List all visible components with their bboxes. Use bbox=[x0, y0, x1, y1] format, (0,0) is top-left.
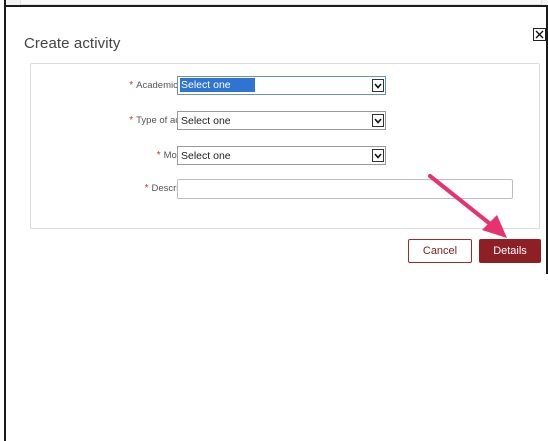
academic-year-select[interactable]: Select one bbox=[177, 76, 386, 95]
chevron-down-icon[interactable] bbox=[372, 114, 384, 127]
chevron-down-icon[interactable] bbox=[372, 149, 384, 162]
type-of-activity-select[interactable]: Select one bbox=[177, 111, 386, 130]
required-marker: * bbox=[129, 80, 134, 91]
academic-year-select-value: Select one bbox=[180, 78, 255, 92]
close-button[interactable] bbox=[533, 28, 546, 41]
modality-select-value: Select one bbox=[181, 150, 231, 162]
field-row-description: * Description bbox=[31, 179, 541, 201]
details-button[interactable]: Details bbox=[479, 239, 541, 263]
required-marker: * bbox=[144, 183, 149, 194]
modal-title: Create activity bbox=[24, 35, 121, 52]
window-frame-top bbox=[4, 5, 548, 7]
field-row-type-of-activity: * Type of activity Select one bbox=[31, 111, 541, 133]
description-field[interactable] bbox=[177, 179, 513, 199]
cancel-button[interactable]: Cancel bbox=[408, 239, 472, 263]
modality-select[interactable]: Select one bbox=[177, 146, 386, 165]
close-icon bbox=[535, 30, 544, 39]
window-frame-left bbox=[4, 0, 6, 441]
field-row-academic-year: * Academic year Select one bbox=[31, 76, 541, 98]
chevron-down-icon[interactable] bbox=[372, 79, 384, 92]
required-marker: * bbox=[129, 115, 134, 126]
form-panel: * Academic year Select one * Type of activ… bbox=[30, 63, 540, 229]
required-marker: * bbox=[156, 150, 161, 161]
type-of-activity-select-value: Select one bbox=[181, 115, 231, 127]
field-row-modality: *Modality Select one bbox=[31, 146, 541, 168]
